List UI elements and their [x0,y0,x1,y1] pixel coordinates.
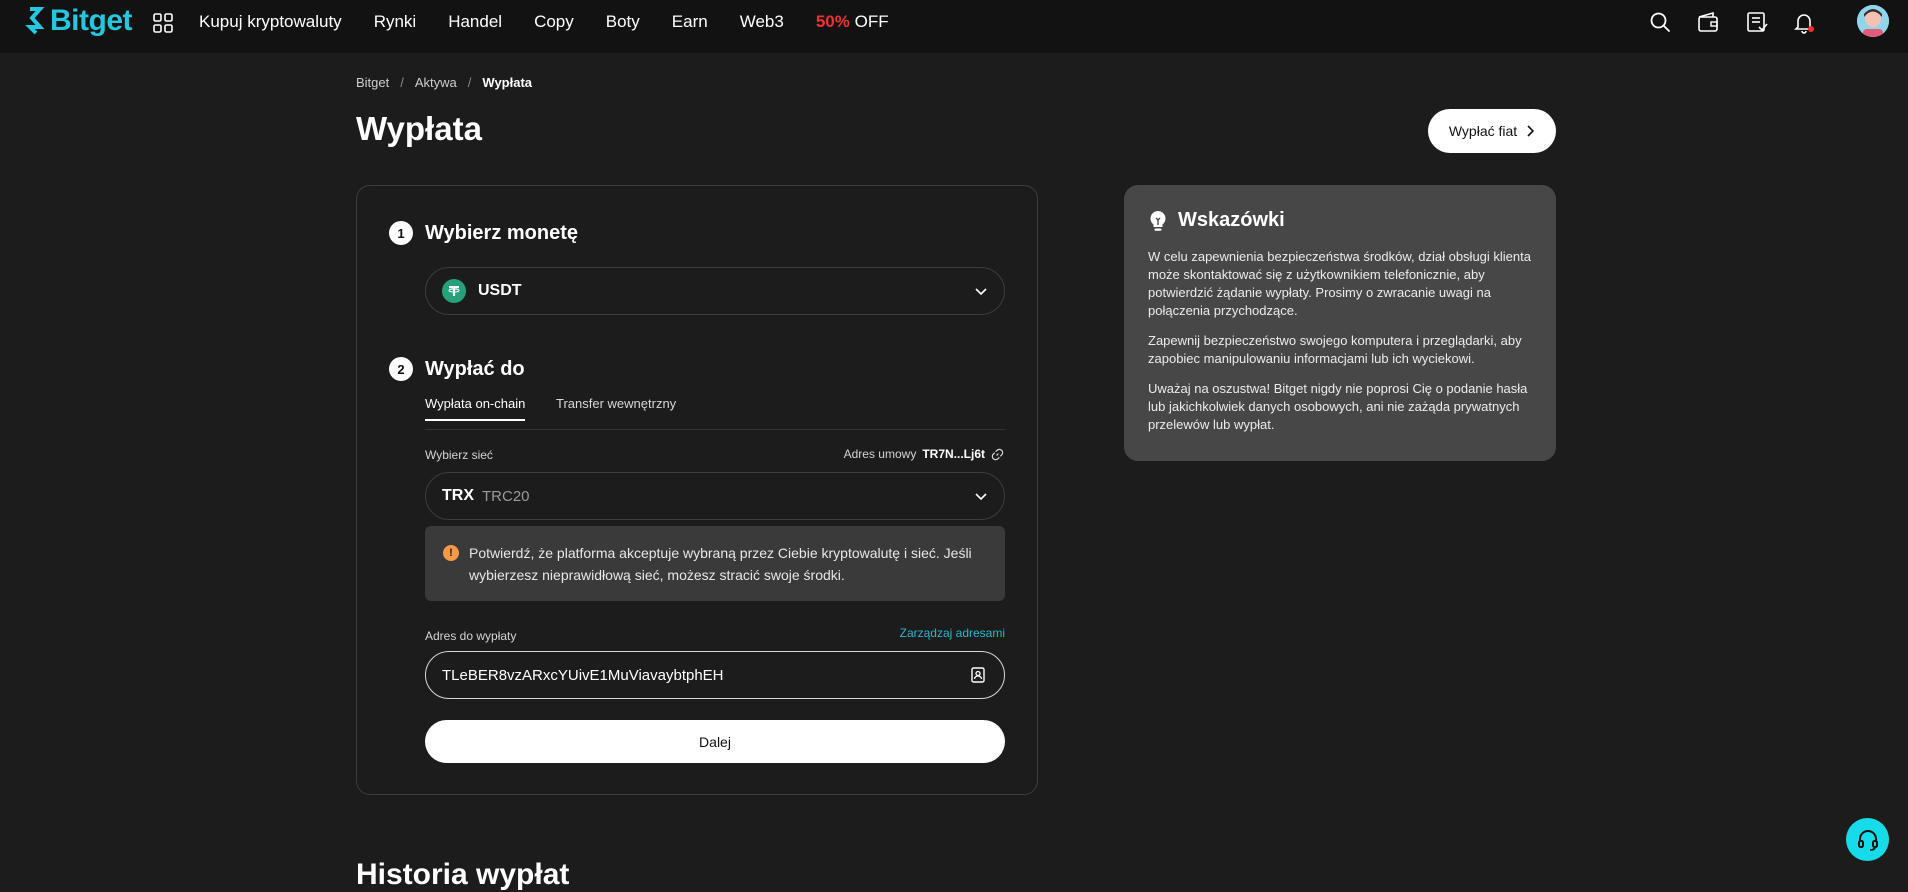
tab-internal-transfer[interactable]: Transfer wewnętrzny [556,396,676,411]
orders-icon[interactable] [1745,10,1769,34]
wallet-icon[interactable] [1696,10,1720,34]
warning-icon: ! [443,545,459,561]
step-withdraw-to: 2 Wypłać do [389,357,525,381]
tip-paragraph: W celu zapewnienia bezpieczeństwa środkó… [1148,249,1531,318]
nav-item-bots[interactable]: Boty [606,12,640,32]
withdraw-fiat-button[interactable]: Wypłać fiat [1428,109,1556,153]
apps-grid-icon[interactable] [152,12,174,34]
breadcrumb-separator: / [467,75,472,90]
nav-item-trade[interactable]: Handel [448,12,502,32]
nav-item-buy-crypto[interactable]: Kupuj kryptowaluty [199,12,342,32]
contract-label: Adres umowy [843,447,917,461]
tip-paragraph: Zapewnij bezpieczeństwo swojego komputer… [1148,333,1522,366]
chevron-down-icon [975,493,987,501]
bell-icon[interactable] [1792,10,1816,34]
page-title: Wypłata [356,110,482,147]
user-avatar[interactable] [1857,5,1889,37]
network-select[interactable]: TRX TRC20 [425,472,1005,520]
step-title: Wypłać do [425,357,525,380]
headset-icon [1857,829,1878,851]
bitget-logo[interactable]: Bitget [20,4,133,37]
address-label: Adres do wypłaty [425,629,517,643]
breadcrumb-bitget[interactable]: Bitget [356,75,389,90]
bitget-logo-icon [25,7,45,35]
nav-item-copy[interactable]: Copy [534,12,574,32]
step-title: Wybierz monetę [425,221,578,244]
address-book-icon[interactable] [969,666,987,684]
tips-card: Wskazówki W celu zapewnienia bezpieczeńs… [1124,185,1556,461]
support-chat-button[interactable] [1846,818,1889,861]
search-icon[interactable] [1648,10,1672,34]
selected-network: TRX [442,487,474,504]
withdraw-type-tabs: Wypłata on-chain Transfer wewnętrzny [425,396,1005,430]
network-warning: ! Potwierdź, że platforma akceptuje wybr… [425,526,1005,601]
nav-item-promo[interactable]: 50% OFF [816,12,889,32]
selected-network-standard: TRC20 [482,487,530,505]
withdraw-history-title: Historia wypłat [356,858,570,891]
breadcrumb-separator: / [400,75,404,90]
withdraw-form-card: 1 Wybierz monetę USDT 2 Wypłać do Wypłat… [356,185,1038,795]
withdraw-fiat-label: Wypłać fiat [1448,123,1518,139]
breadcrumb: Bitget / Aktywa / Wypłata [356,75,532,90]
coin-select[interactable]: USDT [425,267,1005,315]
chevron-right-icon [1527,125,1535,137]
tip-paragraph: Uważaj na oszustwa! Bitget nigdy nie pop… [1148,381,1528,432]
avatar-image [1857,5,1889,37]
top-navbar: Bitget Kupuj kryptowaluty Rynki Handel C… [0,0,1908,53]
nav-item-markets[interactable]: Rynki [374,12,417,32]
tips-title: Wskazówki [1178,209,1285,231]
nav-item-earn[interactable]: Earn [672,12,708,32]
breadcrumb-current: Wypłata [482,75,533,90]
contract-address-value[interactable]: TR7N...Lj6t [922,447,985,461]
nav-item-web3[interactable]: Web3 [740,12,784,32]
withdraw-address-input[interactable] [425,651,1005,699]
next-button[interactable]: Dalej [425,720,1005,763]
step-select-coin: 1 Wybierz monetę [389,221,578,245]
breadcrumb-assets[interactable]: Aktywa [415,75,457,90]
manage-addresses-link[interactable]: Zarządzaj adresami [900,626,1005,640]
step-number: 2 [389,357,413,381]
warning-text: Potwierdź, że platforma akceptuje wybran… [469,545,972,583]
promo-percent: 50% [815,11,850,31]
selected-coin: USDT [478,282,522,299]
main-menu: Kupuj kryptowaluty Rynki Handel Copy Bot… [199,0,921,43]
promo-text: OFF [854,11,889,31]
lightbulb-icon [1150,210,1166,231]
contract-address: Adres umowy TR7N...Lj6t [844,447,1004,461]
brand-name: Bitget [50,4,133,37]
tips-header: Wskazówki [1148,209,1532,232]
link-icon[interactable] [991,448,1004,461]
tab-onchain-withdraw[interactable]: Wypłata on-chain [425,396,526,421]
step-number: 1 [389,221,413,245]
usdt-coin-icon [442,279,466,303]
network-label: Wybierz sieć [425,448,493,462]
chevron-down-icon [975,288,987,296]
